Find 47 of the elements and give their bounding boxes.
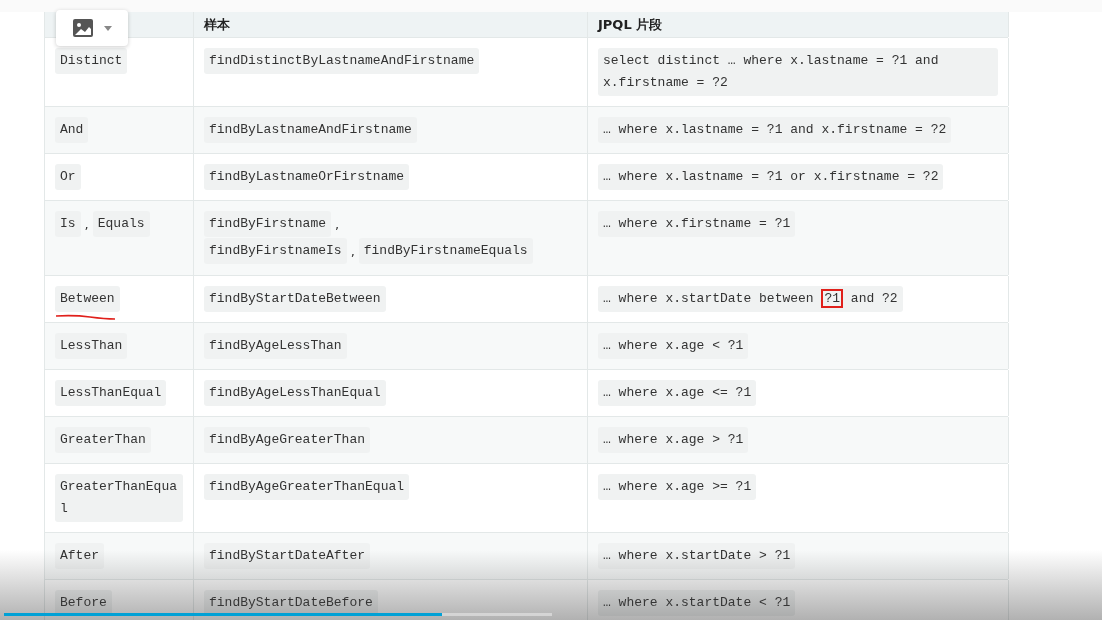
code-snippet: … where x.age < ?1 <box>598 333 749 359</box>
code-snippet: Before <box>55 590 112 616</box>
code-text: and ?2 <box>849 291 898 306</box>
code-snippet: Distinct <box>55 48 128 74</box>
code-snippet: findByFirstnameEquals <box>358 238 533 264</box>
code-snippet: findByAgeLessThan <box>204 333 347 359</box>
code-snippet: LessThanEqual <box>55 380 167 406</box>
code-snippet: … where x.age >= ?1 <box>598 474 757 500</box>
column-header: 样本 <box>204 15 230 34</box>
code-snippet: GreaterThan <box>55 427 151 453</box>
code-snippet: findByAgeGreaterThanEqual <box>204 474 410 500</box>
image-toolbar-button[interactable] <box>56 10 128 46</box>
code-snippet: findByLastnameOrFirstname <box>204 164 410 190</box>
code-snippet: findByFirstname <box>204 211 332 237</box>
column-header: JPQL 片段 <box>598 15 663 34</box>
code-snippet: Or <box>55 164 81 190</box>
image-icon <box>72 18 94 38</box>
code-snippet: LessThan <box>55 333 128 359</box>
caret-icon <box>104 25 112 31</box>
code-snippet: findByAgeLessThanEqual <box>204 380 386 406</box>
code-snippet: findByStartDateBetween <box>204 286 386 312</box>
video-progress-track[interactable] <box>4 613 552 616</box>
code-snippet: … where x.firstname = ?1 <box>598 211 796 237</box>
separator-text: , <box>350 244 355 259</box>
code-text: … where x.startDate between <box>603 291 815 306</box>
code-snippet: findByFirstnameIs <box>204 238 347 264</box>
separator-text: , <box>335 217 340 232</box>
code-snippet: findByStartDateAfter <box>204 543 371 569</box>
code-snippet: … where x.age <= ?1 <box>598 380 757 406</box>
code-snippet: findDistinctByLastnameAndFirstname <box>204 48 480 74</box>
code-snippet: … where x.startDate < ?1 <box>598 590 796 616</box>
separator-text: , <box>84 217 89 232</box>
code-snippet: select distinct … where x.lastname = ?1 and x.firstname = ?2 <box>598 48 998 96</box>
code-snippet: Equals <box>92 211 150 237</box>
code-snippet: findByStartDateBefore <box>204 590 378 616</box>
code-snippet: … where x.startDate > ?1 <box>598 543 796 569</box>
code-snippet: Between <box>55 286 120 312</box>
code-snippet: After <box>55 543 104 569</box>
code-snippet: … where x.lastname = ?1 or x.firstname = ?2 <box>598 164 944 190</box>
annotation-box: ?1 <box>821 289 844 308</box>
code-snippet: … where x.age > ?1 <box>598 427 749 453</box>
code-snippet: findByLastnameAndFirstname <box>204 117 417 143</box>
code-snippet: Is <box>55 211 81 237</box>
code-snippet: … where x.lastname = ?1 and x.firstname = ?2 <box>598 117 952 143</box>
code-snippet: findByAgeGreaterThan <box>204 427 371 453</box>
code-snippet: GreaterThanEqual <box>55 474 183 522</box>
code-snippet: And <box>55 117 89 143</box>
